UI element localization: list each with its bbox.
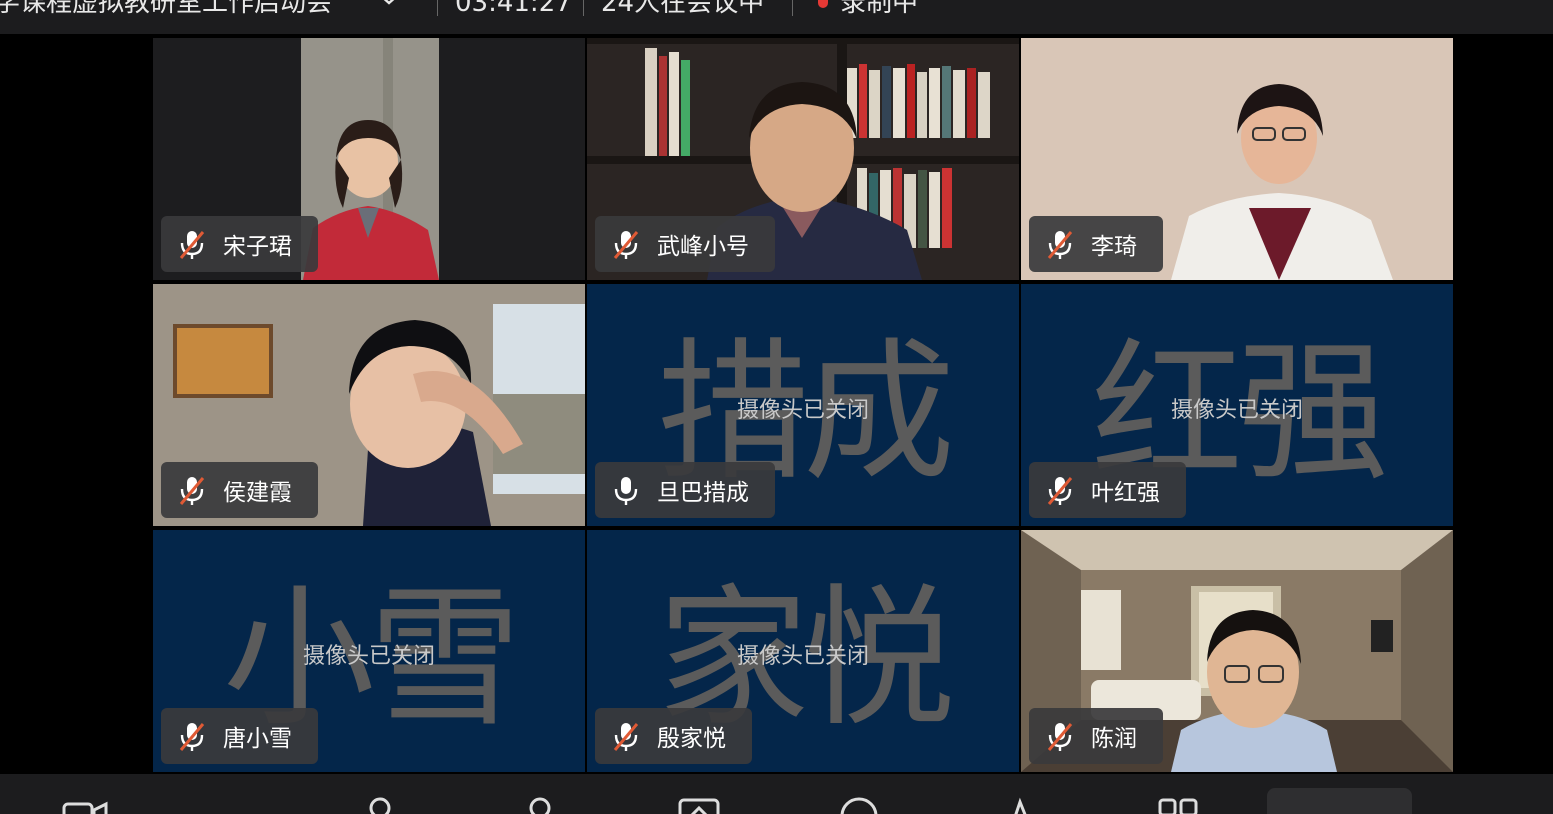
participant-tile[interactable]: 家悦 摄像头已关闭 殷家悦 — [587, 530, 1019, 772]
divider — [583, 0, 584, 16]
share-screen-icon[interactable] — [676, 796, 722, 814]
active-toolbar-button[interactable] — [1267, 788, 1412, 814]
participant-name-tag: 旦巴措成 — [595, 462, 775, 518]
participant-name: 宋子珺 — [223, 234, 292, 260]
camera-off-label: 摄像头已关闭 — [302, 644, 435, 669]
mic-muted-icon[interactable] — [1043, 719, 1077, 753]
participant-name: 殷家悦 — [657, 726, 726, 752]
meeting-toolbar — [0, 774, 1553, 814]
participant-name-tag: 侯建霞 — [161, 462, 318, 518]
mic-muted-icon[interactable] — [175, 227, 209, 261]
video-grid: 宋子珺 武峰小号 李琦 侯建霞 措成 摄像头已关闭 旦巴措成 红强 摄像头已关闭… — [0, 34, 1553, 774]
participant-tile[interactable]: 宋子珺 — [153, 38, 585, 280]
participant-tile[interactable]: 小雪 摄像头已关闭 唐小雪 — [153, 530, 585, 772]
divider — [437, 0, 438, 16]
mic-muted-icon[interactable] — [609, 227, 643, 261]
participant-tile[interactable]: 措成 摄像头已关闭 旦巴措成 — [587, 284, 1019, 526]
participant-name: 唐小雪 — [223, 726, 292, 752]
participant-tile[interactable]: 红强 摄像头已关闭 叶红强 — [1021, 284, 1453, 526]
participant-name-tag: 宋子珺 — [161, 216, 318, 272]
chat-icon[interactable] — [836, 796, 882, 814]
recording-status[interactable]: 录制中 — [840, 0, 918, 20]
participant-name: 李琦 — [1091, 234, 1137, 260]
participant-name-tag: 殷家悦 — [595, 708, 752, 764]
camera-off-label: 摄像头已关闭 — [1170, 398, 1303, 423]
participant-name-tag: 李琦 — [1029, 216, 1163, 272]
participant-tile[interactable]: 武峰小号 — [587, 38, 1019, 280]
participant-name: 陈润 — [1091, 726, 1137, 752]
participant-name: 旦巴措成 — [657, 480, 749, 506]
video-camera-icon[interactable] — [62, 796, 108, 814]
reactions-icon[interactable] — [998, 796, 1044, 814]
mic-icon[interactable] — [609, 473, 643, 507]
participant-name-tag: 陈润 — [1029, 708, 1163, 764]
participant-name-tag: 武峰小号 — [595, 216, 775, 272]
attendee-count[interactable]: 24人在会议中 — [601, 0, 764, 20]
participant-name: 武峰小号 — [657, 234, 749, 260]
mic-muted-icon[interactable] — [175, 473, 209, 507]
camera-off-label: 摄像头已关闭 — [736, 398, 869, 423]
recording-dot-icon — [818, 0, 828, 8]
elapsed-time: 03:41:27 — [455, 0, 572, 18]
participant-tile[interactable]: 李琦 — [1021, 38, 1453, 280]
divider — [792, 0, 793, 16]
invite-icon[interactable] — [518, 796, 564, 814]
mic-muted-icon[interactable] — [1043, 227, 1077, 261]
chevron-down-icon[interactable] — [378, 0, 400, 10]
participant-name-tag: 叶红强 — [1029, 462, 1186, 518]
meeting-title-bar: 学课程虚拟教研室工作启动会 03:41:27 24人在会议中 录制中 — [0, 0, 1553, 34]
participant-name: 侯建霞 — [223, 480, 292, 506]
mic-muted-icon[interactable] — [175, 719, 209, 753]
mic-muted-icon[interactable] — [1043, 473, 1077, 507]
participant-name-tag: 唐小雪 — [161, 708, 318, 764]
participant-name: 叶红强 — [1091, 480, 1160, 506]
participant-tile[interactable]: 侯建霞 — [153, 284, 585, 526]
camera-off-label: 摄像头已关闭 — [736, 644, 869, 669]
layout-grid-icon[interactable] — [1156, 796, 1202, 814]
meeting-title[interactable]: 学课程虚拟教研室工作启动会 — [0, 0, 332, 20]
participants-icon[interactable] — [358, 796, 404, 814]
participant-tile[interactable]: 陈润 — [1021, 530, 1453, 772]
mic-muted-icon[interactable] — [609, 719, 643, 753]
